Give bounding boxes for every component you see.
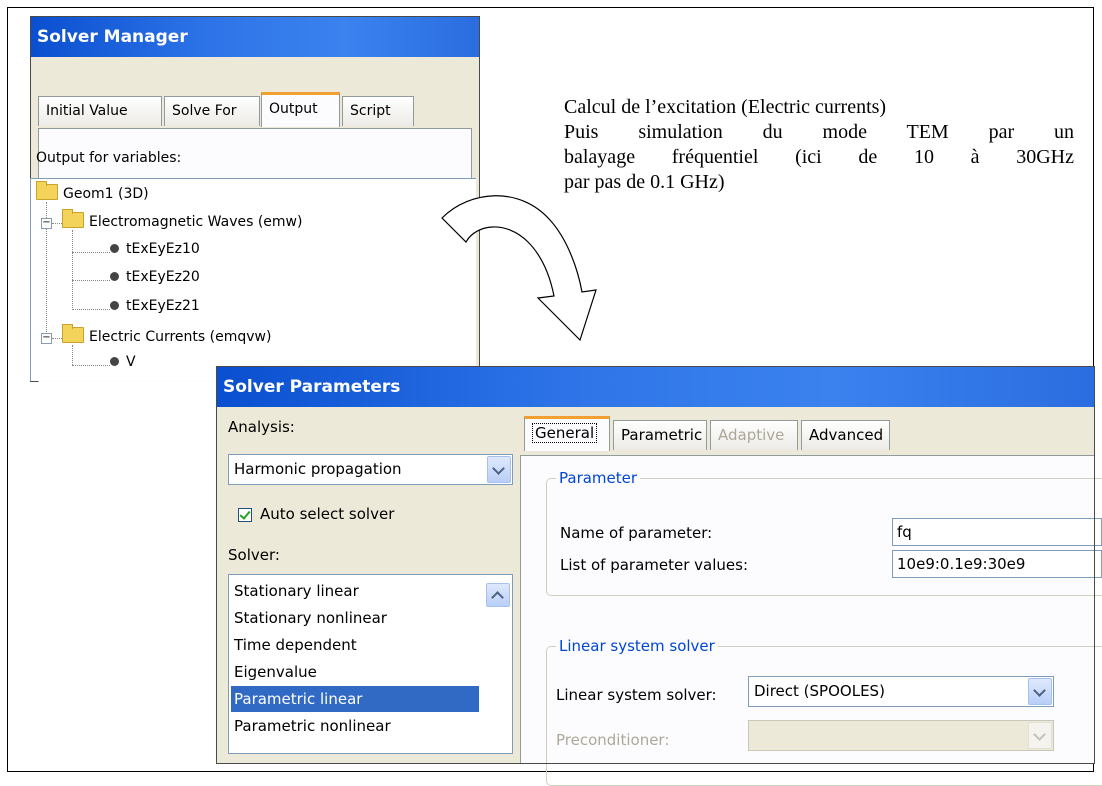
variable-tree: Geom1 (3D) − Electromagnetic Waves (emw)…	[30, 178, 480, 382]
parameter-group-title: Parameter	[556, 469, 641, 487]
chevron-down-icon	[1028, 722, 1052, 749]
auto-select-label: Auto select solver	[260, 505, 395, 523]
folder-icon	[36, 181, 58, 200]
curved-arrow-icon	[441, 195, 597, 342]
tree-item[interactable]: V	[110, 354, 136, 370]
list-item[interactable]: Time dependent	[231, 632, 479, 658]
tab-output[interactable]: Output	[261, 92, 340, 127]
list-item-selected[interactable]: Parametric linear	[231, 686, 479, 712]
variable-icon	[110, 357, 119, 366]
tab-general[interactable]: General	[524, 416, 610, 451]
list-of-parameter-values-label: List of parameter values:	[560, 556, 749, 574]
chevron-down-icon[interactable]	[1028, 678, 1052, 705]
list-of-parameter-values-input[interactable]: 10e9:0.1e9:30e9	[892, 550, 1102, 578]
list-item[interactable]: Stationary nonlinear	[231, 605, 479, 631]
name-of-parameter-input[interactable]: fq	[892, 518, 1102, 546]
tab-initial-value[interactable]: Initial Value	[38, 96, 162, 126]
variable-icon	[110, 301, 119, 310]
linear-system-solver-label: Linear system solver:	[556, 686, 717, 704]
annotation-line: Calcul de l’excitation (Electric current…	[564, 96, 887, 118]
list-item[interactable]: Eigenvalue	[231, 659, 479, 685]
tab-solve-for[interactable]: Solve For	[164, 96, 260, 126]
annotation-line: par pas de 0.1 GHz)	[564, 171, 725, 193]
tree-root[interactable]: Geom1 (3D)	[36, 181, 149, 202]
tree-group-emqvw[interactable]: Electric Currents (emqvw)	[62, 324, 271, 345]
annotation-line: balayage fréquentiel (ici de 10 à 30GHz	[564, 146, 1074, 168]
annotation-line: Puis simulation du mode TEM par un	[564, 121, 1074, 143]
folder-icon	[62, 209, 84, 228]
scroll-up-icon[interactable]	[486, 583, 510, 607]
analysis-label: Analysis:	[228, 418, 295, 436]
collapse-icon[interactable]: −	[41, 218, 52, 229]
preconditioner-select	[748, 720, 1054, 751]
annotation-text: Calcul de l’excitation (Electric current…	[564, 95, 1074, 195]
collapse-icon[interactable]: −	[41, 333, 52, 344]
linear-solver-group-title: Linear system solver	[556, 637, 718, 655]
solver-list[interactable]: Stationary linear Stationary nonlinear T…	[228, 574, 513, 754]
name-of-parameter-label: Name of parameter:	[560, 524, 713, 542]
linear-system-solver-select[interactable]: Direct (SPOOLES)	[748, 676, 1054, 707]
variable-icon	[110, 244, 119, 253]
list-item[interactable]: Parametric nonlinear	[231, 713, 479, 739]
chevron-down-icon[interactable]	[487, 456, 511, 483]
folder-icon	[62, 324, 84, 343]
solver-manager-title[interactable]: Solver Manager	[31, 17, 479, 57]
auto-select-checkbox[interactable]	[238, 508, 252, 522]
solver-label: Solver:	[228, 546, 280, 564]
output-for-variables-label: Output for variables:	[36, 150, 182, 166]
tab-script[interactable]: Script	[342, 96, 414, 126]
tree-item[interactable]: tExEyEz21	[110, 298, 200, 314]
tree-item[interactable]: tExEyEz20	[110, 269, 200, 285]
tab-adaptive: Adaptive	[710, 420, 798, 450]
tab-advanced[interactable]: Advanced	[801, 420, 890, 450]
solver-parameters-title[interactable]: Solver Parameters	[217, 367, 1094, 407]
preconditioner-label: Preconditioner:	[556, 731, 670, 749]
tab-parametric[interactable]: Parametric	[613, 420, 707, 450]
variable-icon	[110, 272, 119, 281]
linear-solver-group	[546, 646, 1102, 786]
list-item[interactable]: Stationary linear	[231, 578, 479, 604]
analysis-select[interactable]: Harmonic propagation	[228, 454, 513, 485]
tree-item[interactable]: tExEyEz10	[110, 241, 200, 257]
tree-group-emw[interactable]: Electromagnetic Waves (emw)	[62, 209, 302, 230]
